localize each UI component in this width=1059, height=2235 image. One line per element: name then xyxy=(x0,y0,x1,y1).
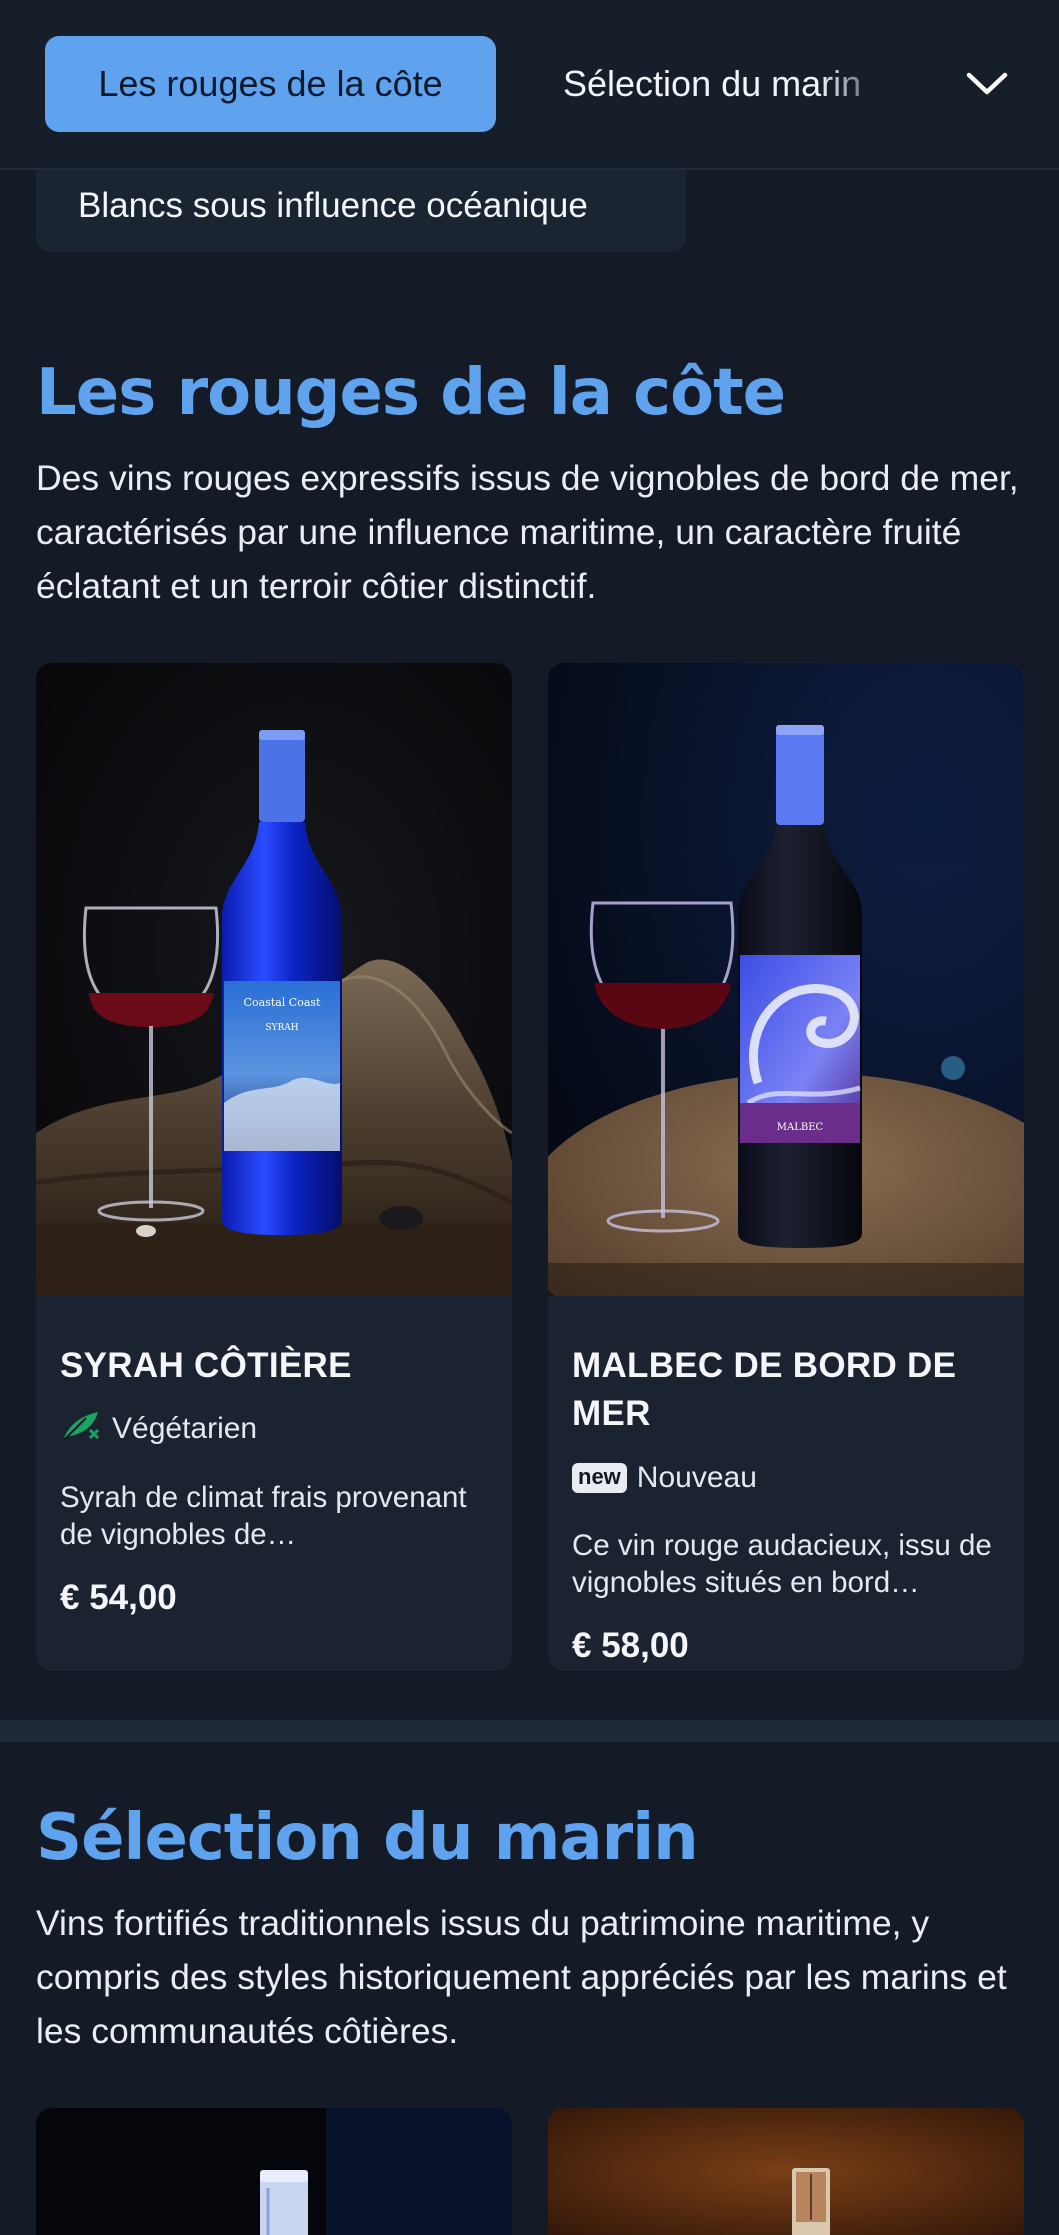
product-image-syrah: Coastal Coast SYRAH xyxy=(36,663,512,1296)
tab-selection-du-marin[interactable]: Sélection du marin xyxy=(563,36,893,132)
tab-label: Sélection du marin xyxy=(563,63,862,104)
product-image xyxy=(36,2108,512,2235)
bottle-label-variety: SYRAH xyxy=(265,1023,298,1033)
product-tag-new: new Nouveau xyxy=(572,1456,757,1500)
product-card[interactable] xyxy=(36,2108,512,2235)
bottle-label-variety: MALBEC xyxy=(777,1122,824,1133)
product-name: MALBEC DE BORD DE MER xyxy=(572,1346,957,1433)
product-description: Ce vin rouge audacieux, issu de vignoble… xyxy=(572,1529,992,1599)
product-price: € 58,00 xyxy=(572,1626,689,1665)
section-title: Les rouges de la côte xyxy=(36,356,786,430)
product-card-syrah-cotiere[interactable]: Coastal Coast SYRAH SYRAH CÔTIÈRE Végéta… xyxy=(36,663,512,1671)
tag-label: Nouveau xyxy=(636,1461,757,1494)
section-description: Des vins rouges expressifs issus de vign… xyxy=(36,458,1019,606)
section-description: Vins fortifiés traditionnels issus du pa… xyxy=(36,1903,1007,2051)
vegetarian-icon xyxy=(60,1406,102,1452)
product-description: Syrah de climat frais provenant de vigno… xyxy=(60,1481,467,1551)
new-badge-icon: new xyxy=(572,1463,627,1493)
tab-label: Les rouges de la côte xyxy=(98,63,443,104)
category-nav-bar: Les rouges de la côte Sélection du marin xyxy=(0,0,1059,170)
section-title: Sélection du marin xyxy=(36,1801,699,1875)
product-name: SYRAH CÔTIÈRE xyxy=(60,1346,352,1385)
product-card[interactable] xyxy=(548,2108,1024,2235)
tag-label: Végétarien xyxy=(112,1412,258,1445)
bottle-label-logo: Coastal Coast xyxy=(244,996,321,1009)
dropdown-item-label: Blancs sous influence océanique xyxy=(78,186,588,225)
chevron-down-icon[interactable] xyxy=(958,55,1016,113)
product-price: € 54,00 xyxy=(60,1578,177,1617)
product-card-malbec-de-bord-de-mer[interactable]: MALBEC MALBEC DE BORD DE MER new Nouveau… xyxy=(548,663,1024,1671)
product-image xyxy=(548,2108,1024,2235)
section-divider xyxy=(0,1720,1059,1742)
product-tag-vegetarian: Végétarien xyxy=(60,1407,257,1451)
product-image-malbec: MALBEC xyxy=(548,663,1024,1296)
tab-les-rouges-de-la-cote[interactable]: Les rouges de la côte xyxy=(45,36,496,132)
